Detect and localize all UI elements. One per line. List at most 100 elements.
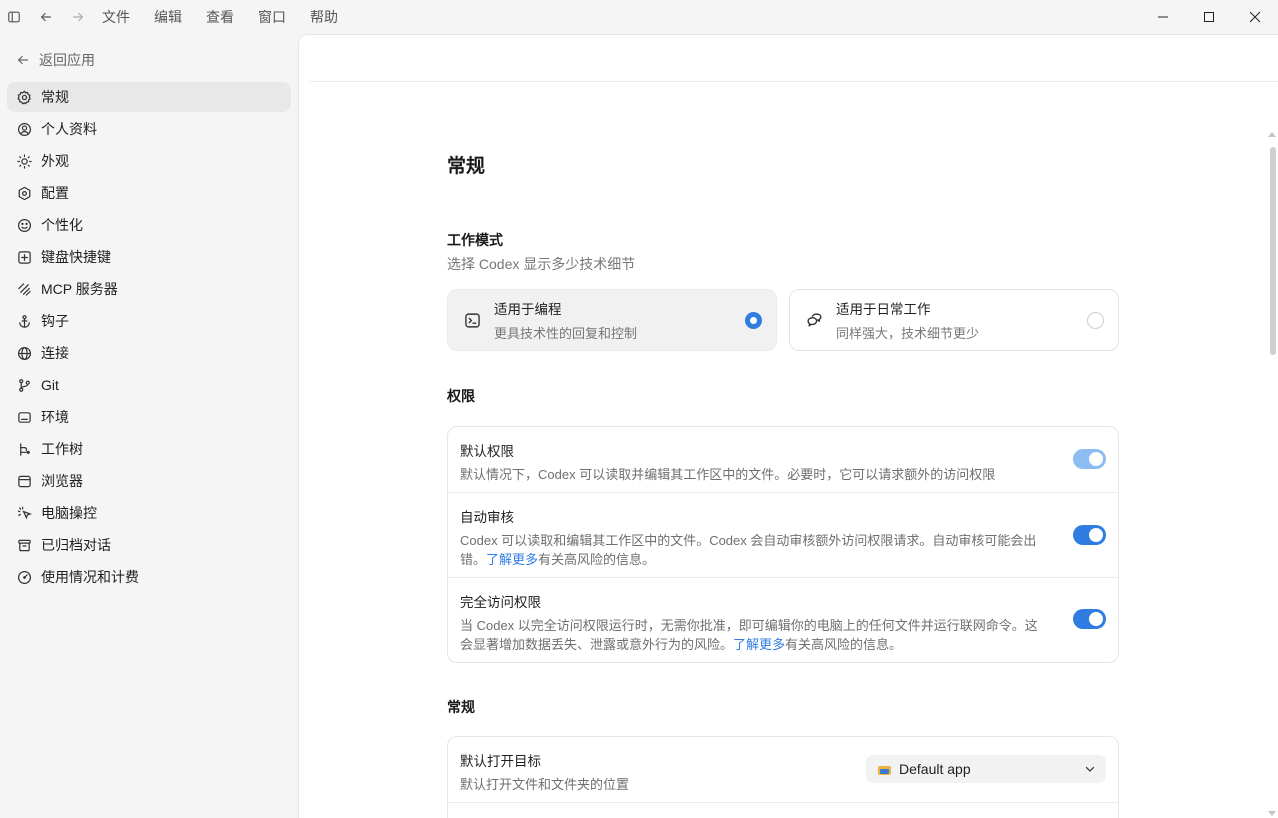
minimize-icon [1158, 16, 1168, 18]
row-title: 默认权限 [460, 444, 514, 459]
learn-more-link[interactable]: 了解更多 [486, 552, 538, 567]
settings-sidebar: 返回应用 常规 个人资料 外观 配置 个性化 键盘快捷键 MCP 服务器 钩子 … [0, 34, 298, 818]
maximize-button[interactable] [1186, 0, 1232, 34]
sidebar-item-label: 电脑操控 [41, 505, 97, 521]
sidebar-item-general[interactable]: 常规 [7, 82, 291, 112]
sidebar-item-label: 个性化 [41, 217, 83, 233]
sidebar-item-label: 外观 [41, 153, 69, 169]
environment-icon [16, 409, 32, 425]
sidebar-item-label: Git [41, 377, 59, 393]
back-to-app-link[interactable]: 返回应用 [16, 50, 95, 70]
full-access-toggle[interactable] [1073, 609, 1106, 629]
work-mode-title: 工作模式 [447, 232, 503, 248]
keyboard-icon [16, 249, 32, 265]
back-arrow-icon [18, 55, 28, 65]
sidebar-item-label: 钩子 [41, 313, 69, 329]
menu-help[interactable]: 帮助 [310, 7, 338, 27]
permission-row-default: 默认权限 默认情况下，Codex 可以读取并编辑其工作区中的文件。必要时，它可以… [448, 427, 1118, 493]
sidebar-item-usage-billing[interactable]: 使用情况和计费 [7, 562, 291, 592]
mode-radio-daily-work[interactable] [1087, 311, 1104, 329]
menu-window[interactable]: 窗口 [258, 7, 286, 27]
general-section-title: 常规 [447, 699, 475, 715]
sidebar-item-environment[interactable]: 环境 [7, 402, 291, 432]
app-folder-icon [878, 764, 891, 775]
menu-file[interactable]: 文件 [102, 7, 130, 27]
default-permission-toggle[interactable] [1073, 449, 1106, 469]
globe-icon [16, 345, 32, 361]
chevron-down-icon [1085, 766, 1095, 772]
general-row-next [448, 803, 1118, 818]
menu-bar: 文件 编辑 查看 窗口 帮助 [102, 7, 362, 27]
mode-option-title: 适用于日常工作 [836, 302, 931, 317]
gauge-icon [16, 569, 32, 585]
sidebar-toggle-icon[interactable] [6, 9, 22, 25]
scroll-up-arrow[interactable] [1268, 132, 1276, 137]
scroll-down-arrow[interactable] [1268, 811, 1276, 816]
mode-option-subtitle: 同样强大，技术细节更少 [836, 326, 980, 341]
sidebar-item-appearance[interactable]: 外观 [7, 146, 291, 176]
forward-arrow-icon[interactable] [70, 9, 86, 25]
sidebar-item-label: 连接 [41, 345, 69, 361]
sidebar-item-config[interactable]: 配置 [7, 178, 291, 208]
sidebar-item-browser[interactable]: 浏览器 [7, 466, 291, 496]
mode-option-daily-work[interactable]: 适用于日常工作 同样强大，技术细节更少 [789, 289, 1119, 351]
title-bar: 文件 编辑 查看 窗口 帮助 [0, 0, 1278, 34]
select-value: Default app [899, 761, 971, 777]
permission-row-full-access: 完全访问权限 当 Codex 以完全访问权限运行时，无需你批准，即可编辑你的电脑… [448, 578, 1118, 662]
back-arrow-icon[interactable] [38, 9, 54, 25]
close-button[interactable] [1232, 0, 1278, 34]
sidebar-item-keyboard-shortcuts[interactable]: 键盘快捷键 [7, 242, 291, 272]
minimize-button[interactable] [1140, 0, 1186, 34]
browser-icon [16, 473, 32, 489]
sidebar-item-hooks[interactable]: 钩子 [7, 306, 291, 336]
worktree-icon [16, 441, 32, 457]
chat-bubbles-icon [805, 311, 823, 329]
sidebar-item-profile[interactable]: 个人资料 [7, 114, 291, 144]
auto-review-toggle[interactable] [1073, 525, 1106, 545]
sidebar-item-personalize[interactable]: 个性化 [7, 210, 291, 240]
computer-control-icon [16, 505, 32, 521]
sidebar-item-label: 常规 [41, 89, 69, 105]
sidebar-item-label: 浏览器 [41, 473, 83, 489]
sidebar-item-label: 已归档对话 [41, 537, 111, 553]
settings-main-panel: 常规 工作模式 选择 Codex 显示多少技术细节 适用于编程 更具技术性的回复… [298, 34, 1278, 818]
row-title: 自动审核 [460, 510, 514, 525]
sidebar-item-worktree[interactable]: 工作树 [7, 434, 291, 464]
mode-radio-coding[interactable] [745, 311, 762, 329]
default-open-target-select[interactable]: Default app [866, 755, 1106, 783]
sidebar-item-label: MCP 服务器 [41, 281, 118, 297]
sidebar-item-connections[interactable]: 连接 [7, 338, 291, 368]
permissions-group: 默认权限 默认情况下，Codex 可以读取并编辑其工作区中的文件。必要时，它可以… [447, 426, 1119, 663]
learn-more-link[interactable]: 了解更多 [733, 637, 785, 652]
user-circle-icon [16, 121, 32, 137]
sidebar-item-label: 工作树 [41, 441, 83, 457]
page-title: 常规 [447, 156, 486, 177]
close-icon [1249, 11, 1261, 23]
mcp-icon [16, 281, 32, 297]
row-desc-text: 有关高风险的信息。 [785, 637, 903, 652]
git-branch-icon [16, 377, 32, 393]
anchor-icon [16, 313, 32, 329]
settings-nav: 常规 个人资料 外观 配置 个性化 键盘快捷键 MCP 服务器 钩子 连接 Gi… [7, 82, 291, 594]
terminal-icon [463, 311, 481, 329]
menu-edit[interactable]: 编辑 [154, 7, 182, 27]
menu-view[interactable]: 查看 [206, 7, 234, 27]
sidebar-item-computer-control[interactable]: 电脑操控 [7, 498, 291, 528]
mode-option-coding[interactable]: 适用于编程 更具技术性的回复和控制 [447, 289, 777, 351]
sidebar-item-mcp-servers[interactable]: MCP 服务器 [7, 274, 291, 304]
row-description: 当 Codex 以完全访问权限运行时，无需你批准，即可编辑你的电脑上的任何文件并… [460, 616, 1046, 654]
scrollbar-thumb[interactable] [1270, 147, 1276, 355]
sidebar-item-archived-chats[interactable]: 已归档对话 [7, 530, 291, 560]
gear-icon [16, 89, 32, 105]
config-icon [16, 185, 32, 201]
sidebar-item-label: 个人资料 [41, 121, 97, 137]
row-description: 默认情况下，Codex 可以读取并编辑其工作区中的文件。必要时，它可以请求额外的… [460, 467, 996, 482]
personalize-icon [16, 217, 32, 233]
permission-row-auto-review: 自动审核 Codex 可以读取和编辑其工作区中的文件。Codex 会自动审核额外… [448, 493, 1118, 578]
mode-option-title: 适用于编程 [494, 302, 562, 317]
sidebar-item-git[interactable]: Git [7, 370, 291, 400]
work-mode-subtitle: 选择 Codex 显示多少技术细节 [447, 256, 636, 272]
row-description: Codex 可以读取和编辑其工作区中的文件。Codex 会自动审核额外访问权限请… [460, 531, 1046, 569]
archive-icon [16, 537, 32, 553]
mode-option-subtitle: 更具技术性的回复和控制 [494, 326, 638, 341]
